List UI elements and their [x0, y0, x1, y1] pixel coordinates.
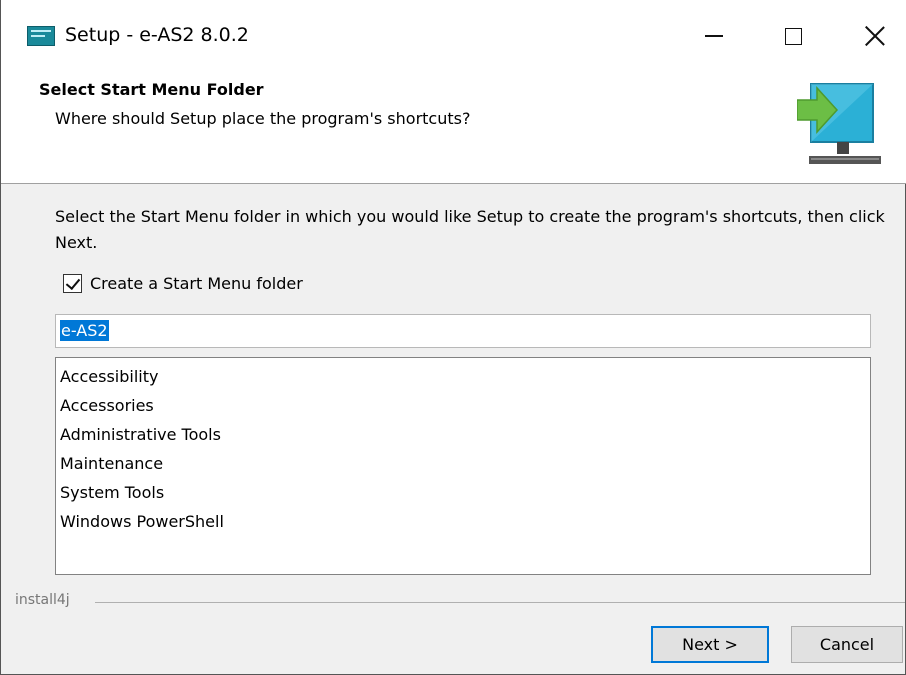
- footer-divider: [95, 602, 905, 603]
- list-item[interactable]: Administrative Tools: [60, 420, 866, 449]
- list-item[interactable]: Accessories: [60, 391, 866, 420]
- close-button[interactable]: [847, 14, 903, 58]
- maximize-icon: [784, 27, 802, 45]
- page-title: Select Start Menu Folder: [39, 80, 264, 99]
- folder-name-field[interactable]: e-AS2: [55, 314, 871, 348]
- cancel-button[interactable]: Cancel: [791, 626, 903, 663]
- installer-brand-label: install4j: [15, 592, 70, 608]
- folder-name-value: e-AS2: [60, 320, 109, 341]
- create-folder-option[interactable]: Create a Start Menu folder: [63, 270, 303, 296]
- page-subtitle: Where should Setup place the program's s…: [55, 109, 471, 128]
- list-item[interactable]: Maintenance: [60, 449, 866, 478]
- minimize-button[interactable]: [686, 14, 742, 58]
- list-item[interactable]: Windows PowerShell: [60, 507, 866, 536]
- window-title: Setup - e-AS2 8.0.2: [65, 24, 249, 46]
- title-bar[interactable]: Setup - e-AS2 8.0.2: [1, 0, 906, 64]
- wizard-header: Select Start Menu Folder Where should Se…: [1, 64, 906, 184]
- instruction-text: Select the Start Menu folder in which yo…: [55, 207, 885, 252]
- next-button[interactable]: Next >: [651, 626, 769, 663]
- close-icon: [865, 26, 885, 46]
- minimize-icon: [705, 35, 723, 37]
- monitor-arrow-icon: [797, 83, 881, 164]
- create-folder-label[interactable]: Create a Start Menu folder: [90, 274, 303, 293]
- list-item[interactable]: Accessibility: [60, 362, 866, 391]
- maximize-button[interactable]: [765, 14, 821, 58]
- setup-window: Setup - e-AS2 8.0.2 Select Start Menu Fo…: [0, 0, 906, 675]
- list-item[interactable]: System Tools: [60, 478, 866, 507]
- existing-folders-list[interactable]: Accessibility Accessories Administrative…: [55, 357, 871, 575]
- installer-app-icon: [27, 26, 55, 46]
- create-folder-checkbox[interactable]: [63, 273, 82, 293]
